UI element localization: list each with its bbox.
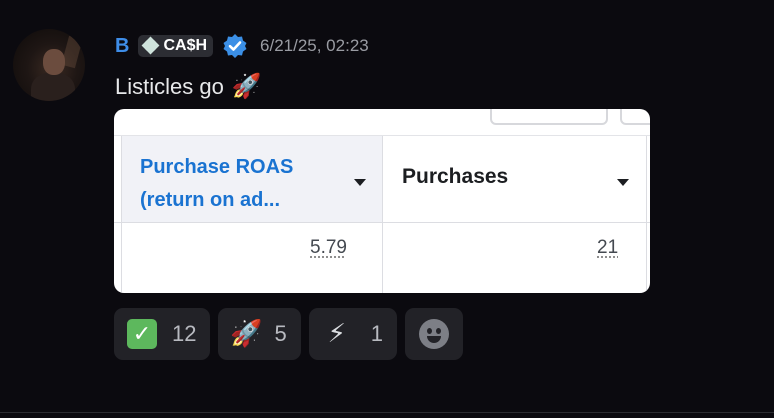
toolbar-button bbox=[620, 109, 650, 125]
verified-badge-icon bbox=[223, 34, 247, 58]
reaction-bar: ✓ 12 🚀 5 ⚡ 1 bbox=[114, 308, 471, 360]
toolbar-button bbox=[490, 109, 608, 125]
caret-down-icon bbox=[354, 179, 366, 186]
divider bbox=[0, 412, 774, 413]
rocket-icon: 🚀 bbox=[230, 319, 263, 349]
caret-down-icon bbox=[617, 179, 629, 186]
server-tag-label: CA$H bbox=[163, 37, 208, 54]
check-mark-icon: ✓ bbox=[126, 319, 158, 349]
reaction-rocket[interactable]: 🚀 5 bbox=[218, 308, 301, 360]
cell-purchases-value: 21 bbox=[597, 237, 619, 258]
reaction-count: 5 bbox=[274, 321, 287, 346]
smiley-icon bbox=[418, 319, 449, 349]
message-text: Listicles go bbox=[115, 73, 224, 99]
diamond-cluster-icon bbox=[142, 36, 160, 55]
column-header-roas: Purchase ROAS (return on ad... bbox=[140, 156, 294, 211]
lightning-icon: ⚡ bbox=[327, 319, 346, 349]
rocket-emoji: 🚀 bbox=[231, 73, 262, 100]
message-header: B CA$H 6/21/25, 02:23 bbox=[115, 32, 369, 60]
column-header-purchases: Purchases bbox=[402, 165, 509, 188]
reaction-count: 12 bbox=[172, 321, 197, 346]
reaction-lightning[interactable]: ⚡ 1 bbox=[308, 308, 397, 360]
message-timestamp: 6/21/25, 02:23 bbox=[260, 36, 369, 55]
server-tag[interactable]: CA$H bbox=[138, 35, 214, 57]
reaction-check[interactable]: ✓ 12 bbox=[114, 308, 211, 360]
avatar[interactable] bbox=[13, 29, 85, 101]
username[interactable]: B bbox=[115, 35, 129, 58]
message-content: Listicles go 🚀 bbox=[115, 72, 262, 101]
image-attachment[interactable]: Purchase ROAS (return on ad... Purchases… bbox=[114, 109, 650, 293]
add-reaction-button[interactable] bbox=[404, 308, 463, 360]
reaction-count: 1 bbox=[370, 321, 383, 346]
cell-roas-value: 5.79 bbox=[310, 237, 347, 258]
